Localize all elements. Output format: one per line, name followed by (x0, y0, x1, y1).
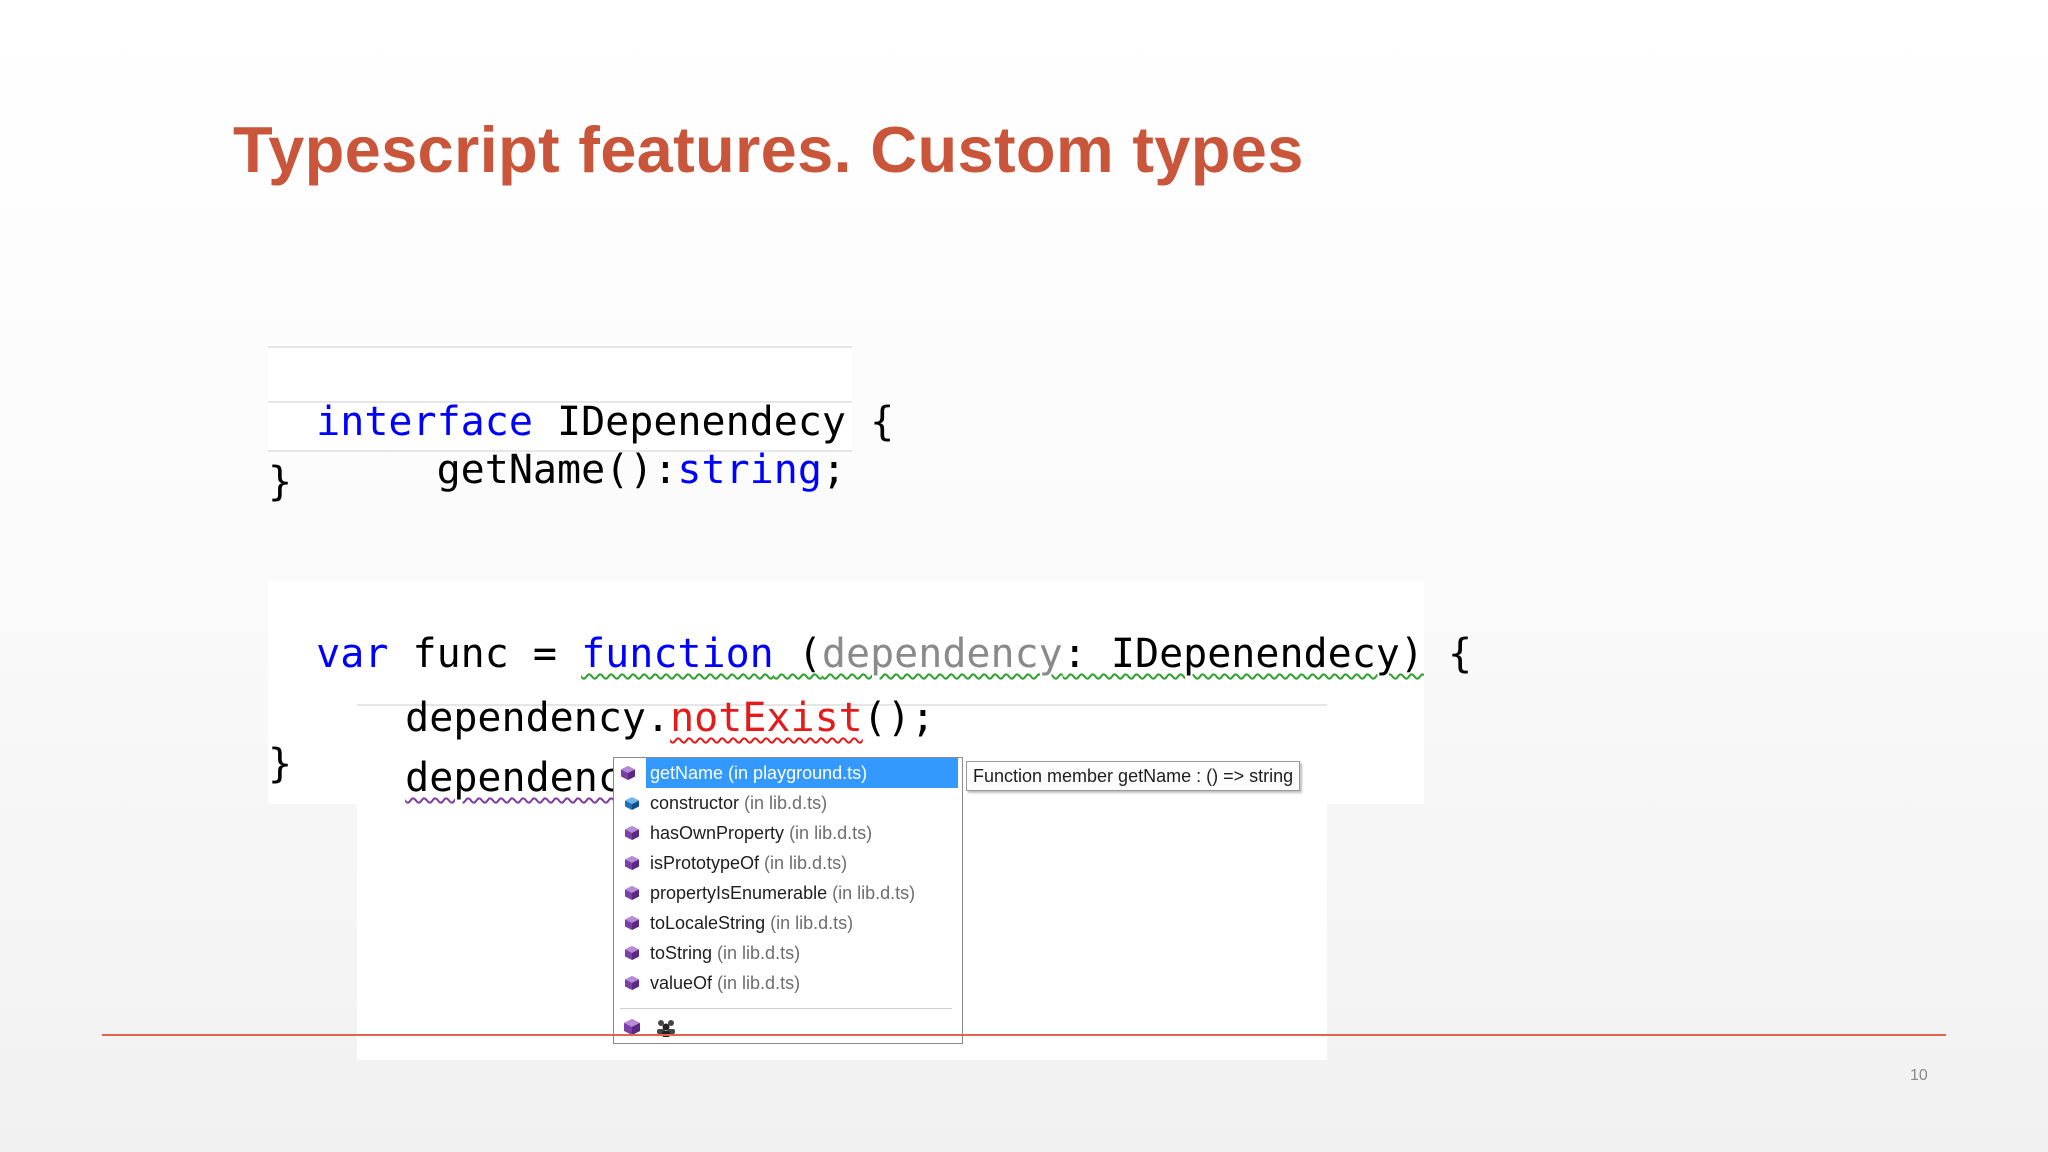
method-cube-icon (625, 826, 639, 840)
method-signature: getName(): (436, 447, 678, 493)
code-line-close-function: } (268, 741, 293, 787)
completion-item-name: hasOwnProperty (650, 822, 785, 843)
completion-item-name: toString (650, 942, 713, 963)
method-cube-icon (625, 886, 639, 900)
completion-item-name: isPrototypeOf (650, 852, 760, 873)
popup-divider (620, 1008, 952, 1009)
completion-item-location: (in lib.d.ts) (717, 972, 801, 993)
completion-item-location: (in lib.d.ts) (832, 882, 916, 903)
method-cube-icon (625, 856, 639, 870)
completion-item-location: (in playground.ts) (728, 762, 868, 783)
method-cube-icon (625, 946, 639, 960)
completion-item-location: (in lib.d.ts) (789, 822, 873, 843)
completion-item[interactable]: constructor (in lib.d.ts) (616, 788, 958, 818)
completion-item-location: (in lib.d.ts) (717, 942, 801, 963)
slide-title: Typescript features. Custom types (233, 113, 1304, 186)
keyword-string: string (677, 447, 822, 493)
completion-item[interactable]: propertyIsEnumerable (in lib.d.ts) (616, 878, 958, 908)
completion-item[interactable]: hasOwnProperty (in lib.d.ts) (616, 818, 958, 848)
completion-item[interactable]: valueOf (in lib.d.ts) (616, 968, 958, 998)
completion-item-name: propertyIsEnumerable (650, 882, 828, 903)
completion-tooltip: Function member getName : () => string (966, 761, 1301, 791)
semicolon: ; (821, 447, 847, 493)
completion-item[interactable]: toLocaleString (in lib.d.ts) (616, 908, 958, 938)
completion-item-location: (in lib.d.ts) (770, 912, 854, 933)
method-cube-icon (621, 766, 635, 780)
method-cube-icon (625, 916, 639, 930)
code-line-method: getName():string; (268, 398, 846, 494)
intellisense-popup[interactable]: getName (in playground.ts) constructor (in… (613, 757, 963, 1044)
completion-item-name: getName (650, 762, 724, 783)
error-member: notExist (670, 695, 863, 741)
completion-item[interactable]: isPrototypeOf (in lib.d.ts) (616, 848, 958, 878)
completion-item[interactable]: toString (in lib.d.ts) (616, 938, 958, 968)
constructor-cube-icon (625, 797, 639, 810)
code-line-separator (268, 346, 852, 348)
page-number: 10 (1910, 1067, 1928, 1084)
call-end: (); (862, 695, 935, 741)
param-type: : IDepenendecy) (1062, 631, 1424, 677)
code-line-close-interface: } (268, 459, 293, 505)
completion-item-location: (in lib.d.ts) (764, 852, 848, 873)
footer-rule (102, 1034, 1946, 1036)
method-cube-icon (625, 976, 639, 990)
completion-item-name: valueOf (650, 972, 713, 993)
open-brace: { (1423, 631, 1473, 677)
completion-item[interactable]: getName (in playground.ts) (621, 758, 958, 788)
completion-item-name: constructor (650, 792, 740, 813)
completion-item-name: toLocaleString (650, 912, 766, 933)
completion-item-location: (in lib.d.ts) (744, 792, 828, 813)
